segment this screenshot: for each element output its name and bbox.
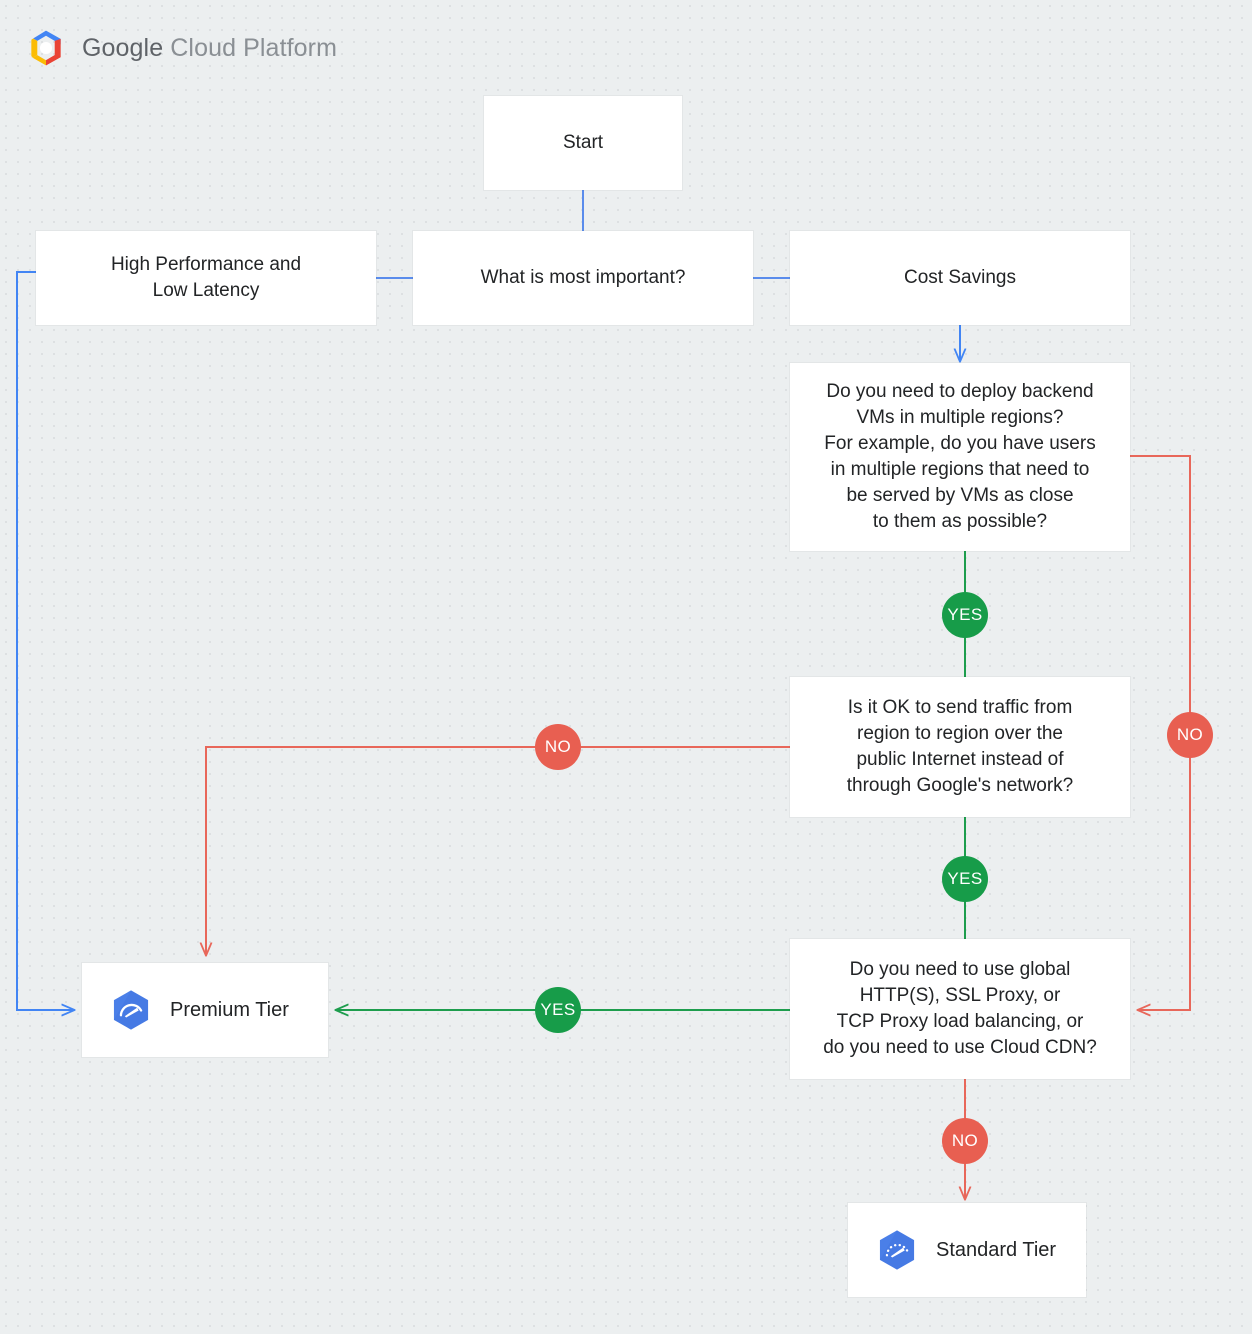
node-standard-tier[interactable]: Standard Tier <box>848 1203 1086 1297</box>
node-label: Cost Savings <box>904 267 1016 288</box>
tier-label: Premium Tier <box>170 999 289 1021</box>
badge-no-multiregion: NO <box>1167 712 1213 758</box>
brand-title-strong: Google <box>82 33 164 62</box>
node-label: Start <box>562 132 604 153</box>
google-cloud-hexagon-logo-icon <box>31 30 61 66</box>
badge-yes-multiregion: YES <box>942 592 988 638</box>
edge-highperf-to-premium <box>16 271 74 1010</box>
standard-tier-speedometer-icon <box>879 1230 915 1270</box>
badge-no-publicnet: NO <box>535 724 581 770</box>
node-q-globallb[interactable]: Do you need to use global HTTP(S), SSL P… <box>790 939 1130 1079</box>
node-highperf[interactable]: High Performance and Low Latency <box>36 231 376 325</box>
node-q-multiregion[interactable]: Do you need to deploy backend VMs in mul… <box>790 363 1130 551</box>
tier-label: Standard Tier <box>936 1239 1057 1261</box>
node-premium-tier[interactable]: Premium Tier <box>82 963 328 1057</box>
flow-edges <box>16 190 1191 1334</box>
node-what[interactable]: What is most important? <box>413 231 753 325</box>
badge-no-globallb: NO <box>942 1118 988 1164</box>
node-label: High Performance and Low Latency <box>110 254 302 301</box>
node-start[interactable]: Start <box>484 96 682 190</box>
node-cost[interactable]: Cost Savings <box>790 231 1130 325</box>
premium-tier-speedometer-icon <box>113 990 149 1030</box>
badge-yes-globallb: YES <box>535 987 581 1033</box>
node-label: Is it OK to send traffic from region to … <box>846 697 1074 796</box>
node-label: What is most important? <box>480 267 686 288</box>
diagram-canvas: Google Cloud Platform Start What is most … <box>0 0 1252 1334</box>
node-label: Do you need to deploy backend VMs in mul… <box>824 381 1096 532</box>
brand-title-light: Cloud Platform <box>163 33 338 62</box>
badge-yes-publicnet: YES <box>942 856 988 902</box>
brand-header: Google Cloud Platform <box>24 26 337 70</box>
node-q-publicnet[interactable]: Is it OK to send traffic from region to … <box>790 677 1130 817</box>
brand-title: Google Cloud Platform <box>82 34 337 63</box>
node-label: Do you need to use global HTTP(S), SSL P… <box>823 959 1097 1058</box>
edge-q-publicnet-no <box>206 746 790 955</box>
